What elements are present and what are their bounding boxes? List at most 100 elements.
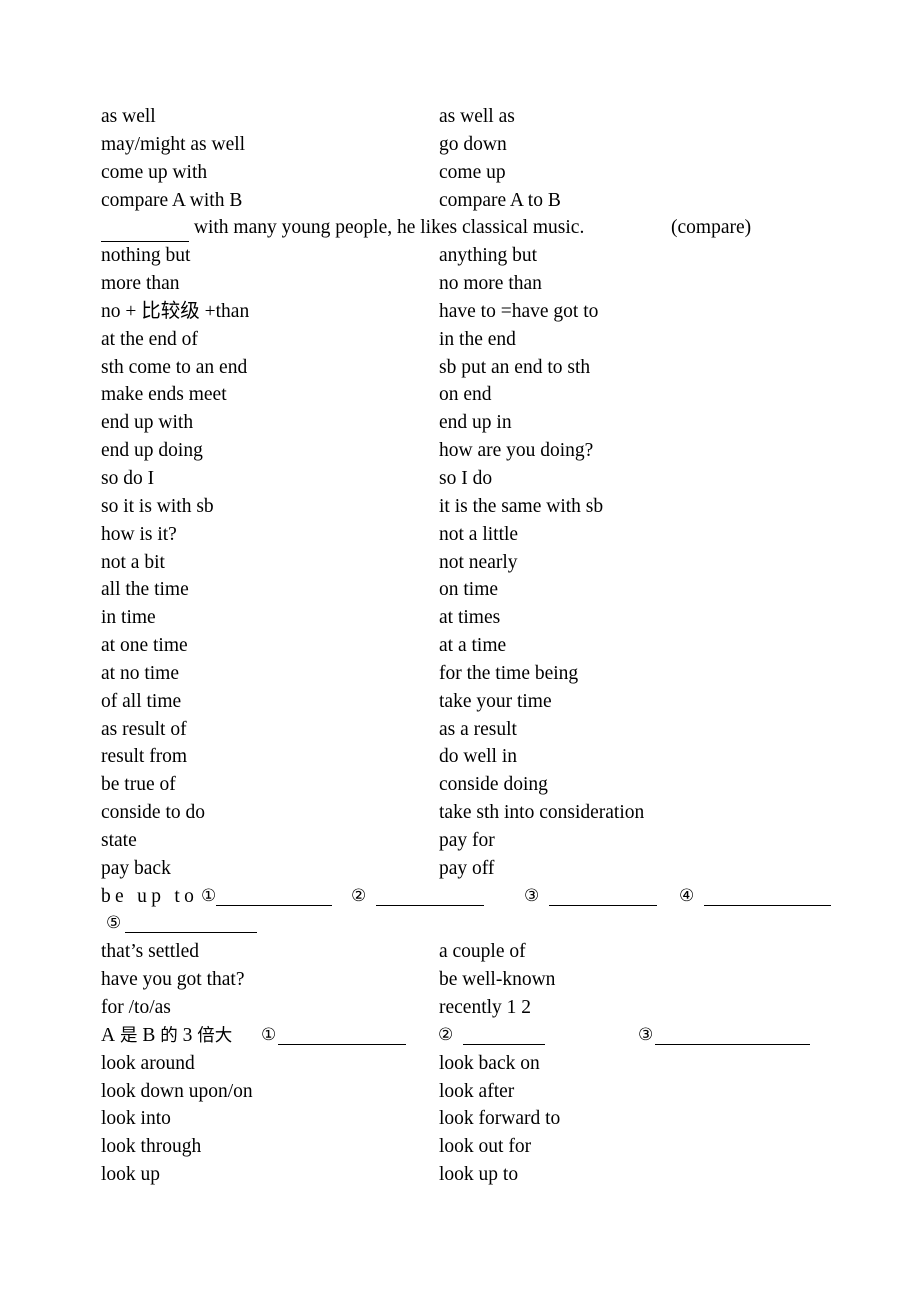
phrase-row: look around look back on: [101, 1050, 831, 1078]
phrase-row: nothing but anything but: [101, 242, 831, 270]
fill-in-blank-2[interactable]: [463, 1027, 545, 1045]
phrase-left: end up doing: [101, 440, 203, 462]
phrase-row: not a bit not nearly: [101, 549, 831, 577]
phrase-row: so it is with sb it is the same with sb: [101, 493, 831, 521]
be-up-to-exercise-row-2: ⑤: [101, 910, 831, 938]
letter-b: B: [142, 1024, 156, 1046]
han-shi: 是: [119, 1025, 138, 1046]
phrase-right: take your time: [439, 690, 552, 712]
phrase-left: look down upon/on: [101, 1080, 253, 1102]
phrase-right: how are you doing?: [439, 440, 594, 462]
phrase-left-text: no + 比较级 +than: [101, 300, 250, 322]
phrase-right: not a little: [439, 523, 519, 545]
phrase-right: look back on: [439, 1052, 540, 1074]
phrase-left: end up with: [101, 412, 194, 434]
phrase-right: as well as: [439, 106, 515, 127]
phrase-left: as well: [101, 106, 156, 127]
phrase-left: in time: [101, 607, 156, 629]
han-de: 的: [160, 1025, 178, 1046]
be-up-to-label: be up to: [101, 885, 199, 907]
phrase-right: look forward to: [439, 1108, 561, 1130]
phrase-left: come up with: [101, 161, 208, 183]
phrase-row: sth come to an end sb put an end to sth: [101, 354, 831, 382]
fill-in-blank-4[interactable]: [704, 888, 831, 906]
phrase-right: come up: [439, 161, 506, 183]
phrase-left: for /to/as: [101, 997, 171, 1018]
phrase-row: state pay for: [101, 827, 831, 855]
be-up-to-exercise-row: be up to ① ② ③ ④: [101, 883, 831, 911]
phrase-left: compare A with B: [101, 189, 243, 211]
phrase-right: not nearly: [439, 551, 518, 573]
phrase-row: at no time for the time being: [101, 660, 831, 688]
phrase-left: at the end of: [101, 328, 198, 350]
phrase-left: no + 比较级 +than: [101, 298, 249, 326]
phrase-left: conside to do: [101, 802, 205, 824]
phrase-left: so do I: [101, 467, 155, 489]
fill-in-blank-5[interactable]: [125, 915, 257, 934]
phrase-row: that’s settled a couple of: [101, 938, 831, 966]
marker-5: ⑤: [106, 913, 122, 934]
phrase-left: look around: [101, 1052, 195, 1074]
phrase-row: so do I so I do: [101, 465, 831, 493]
phrase-row: have you got that? be well-known: [101, 966, 831, 994]
marker-2: ②: [351, 885, 367, 906]
phrase-row: end up doing how are you doing?: [101, 437, 831, 465]
phrase-right: compare A to B: [439, 189, 561, 211]
phrase-row: of all time take your time: [101, 688, 831, 716]
phrase-row: at the end of in the end: [101, 326, 831, 354]
phrase-right: go down: [439, 133, 507, 155]
marker-3: ③: [638, 1024, 654, 1045]
phrase-right: do well in: [439, 746, 517, 768]
phrase-right: on time: [439, 579, 499, 601]
compare-sentence: with many young people, he likes classic…: [101, 214, 585, 243]
phrase-left: make ends meet: [101, 384, 227, 406]
phrase-right: in the end: [439, 328, 516, 350]
phrase-right: as a result: [439, 718, 517, 740]
fill-in-blank[interactable]: [101, 224, 189, 243]
phrase-row: look down upon/on look after: [101, 1078, 831, 1106]
phrase-right: look out for: [439, 1136, 532, 1158]
phrase-right: recently 1 2: [439, 997, 532, 1018]
phrase-row: look into look forward to: [101, 1105, 831, 1133]
phrase-row: conside to do take sth into consideratio…: [101, 799, 831, 827]
fill-in-blank-3[interactable]: [549, 888, 657, 906]
fill-in-blank-3[interactable]: [655, 1027, 810, 1045]
fill-in-blank-2[interactable]: [376, 888, 484, 906]
phrase-row: for /to/as recently 1 2: [101, 994, 831, 1022]
worksheet-content: as well as well as may/might as well go …: [101, 103, 831, 1189]
phrase-right: anything but: [439, 245, 538, 267]
phrase-row: be true of conside doing: [101, 771, 831, 799]
phrase-left: at no time: [101, 662, 179, 684]
phrase-left: look through: [101, 1136, 202, 1158]
fill-in-blank-1[interactable]: [278, 1027, 406, 1045]
compare-sentence-text: with many young people, he likes classic…: [189, 217, 585, 239]
phrase-left: more than: [101, 273, 180, 295]
phrase-left: have you got that?: [101, 969, 245, 991]
phrase-left: nothing but: [101, 245, 191, 267]
phrase-row: end up with end up in: [101, 409, 831, 437]
phrase-row: no + 比较级 +than have to =have got to: [101, 298, 831, 326]
phrase-row: may/might as well go down: [101, 131, 831, 159]
document-page: as well as well as may/might as well go …: [0, 0, 920, 1300]
compare-hint: (compare): [671, 217, 752, 239]
phrase-row: at one time at a time: [101, 632, 831, 660]
phrase-right: be well-known: [439, 969, 556, 991]
phrase-right: have to =have got to: [439, 300, 599, 322]
phrase-row: make ends meet on end: [101, 381, 831, 409]
phrase-right: so I do: [439, 467, 493, 489]
phrase-right: at a time: [439, 635, 507, 657]
compare-exercise-row: with many young people, he likes classic…: [101, 214, 831, 243]
number-3: 3: [182, 1024, 193, 1046]
phrase-row: result from do well in: [101, 743, 831, 771]
han-beida: 倍大: [197, 1025, 233, 1046]
phrase-left: so it is with sb: [101, 495, 214, 517]
phrase-right: sb put an end to sth: [439, 356, 591, 378]
phrase-left: look up: [101, 1164, 161, 1186]
phrase-left: as result of: [101, 718, 187, 740]
phrase-row: how is it? not a little: [101, 521, 831, 549]
phrase-left: that’s settled: [101, 941, 200, 963]
phrase-left: not a bit: [101, 551, 165, 573]
marker-4: ④: [679, 885, 695, 906]
fill-in-blank-1[interactable]: [216, 888, 332, 906]
phrase-right: pay off: [439, 857, 495, 879]
